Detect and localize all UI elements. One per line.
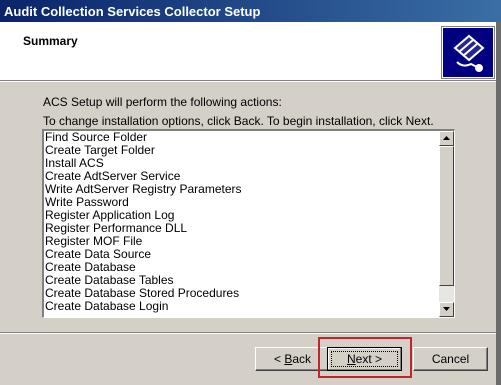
window-edge xyxy=(496,22,501,385)
back-button-prefix: < xyxy=(273,352,285,366)
actions-list: Find Source Folder Create Target Folder … xyxy=(45,131,440,313)
intro-text: ACS Setup will perform the following act… xyxy=(43,95,282,109)
header-panel: Summary xyxy=(0,22,501,80)
title-bar[interactable]: Audit Collection Services Collector Setu… xyxy=(0,0,501,22)
list-item[interactable]: Create Database Stored Procedures xyxy=(45,287,440,300)
list-item[interactable]: Create Database xyxy=(45,261,440,274)
list-item[interactable]: Create Database Tables xyxy=(45,274,440,287)
arrow-up-icon xyxy=(443,136,450,140)
list-item[interactable]: Create Target Folder xyxy=(45,144,440,157)
cancel-button-label: Cancel xyxy=(431,352,470,366)
list-item[interactable]: Write AdtServer Registry Parameters xyxy=(45,183,440,196)
list-item[interactable]: Find Source Folder xyxy=(45,131,440,144)
arrow-down-icon xyxy=(443,307,450,311)
list-item[interactable]: Install ACS xyxy=(45,157,440,170)
footer-divider xyxy=(0,332,501,334)
list-item[interactable]: Write Password xyxy=(45,196,440,209)
setup-wizard-icon xyxy=(441,26,495,79)
list-item[interactable]: Create Data Source xyxy=(45,248,440,261)
annotation-highlight-box xyxy=(318,337,412,378)
actions-listbox[interactable]: Find Source Folder Create Target Folder … xyxy=(42,129,455,318)
scroll-down-button[interactable] xyxy=(439,302,454,317)
instruction-text: To change installation options, click Ba… xyxy=(43,114,434,128)
scroll-up-button[interactable] xyxy=(439,131,454,146)
cancel-button[interactable]: Cancel xyxy=(413,347,488,371)
setup-window: Audit Collection Services Collector Setu… xyxy=(0,0,501,385)
scrollbar-thumb[interactable] xyxy=(439,146,454,286)
list-item[interactable]: Register Application Log xyxy=(45,209,440,222)
window-title: Audit Collection Services Collector Setu… xyxy=(4,4,261,19)
vertical-scrollbar[interactable] xyxy=(439,131,454,317)
list-item[interactable]: Create Database Login xyxy=(45,300,440,313)
list-item[interactable]: Register Performance DLL xyxy=(45,222,440,235)
page-title: Summary xyxy=(23,34,78,48)
header-divider xyxy=(0,80,501,82)
back-button-label: ack xyxy=(292,352,312,366)
list-item[interactable]: Register MOF File xyxy=(45,235,440,248)
list-item[interactable]: Create AdtServer Service xyxy=(45,170,440,183)
